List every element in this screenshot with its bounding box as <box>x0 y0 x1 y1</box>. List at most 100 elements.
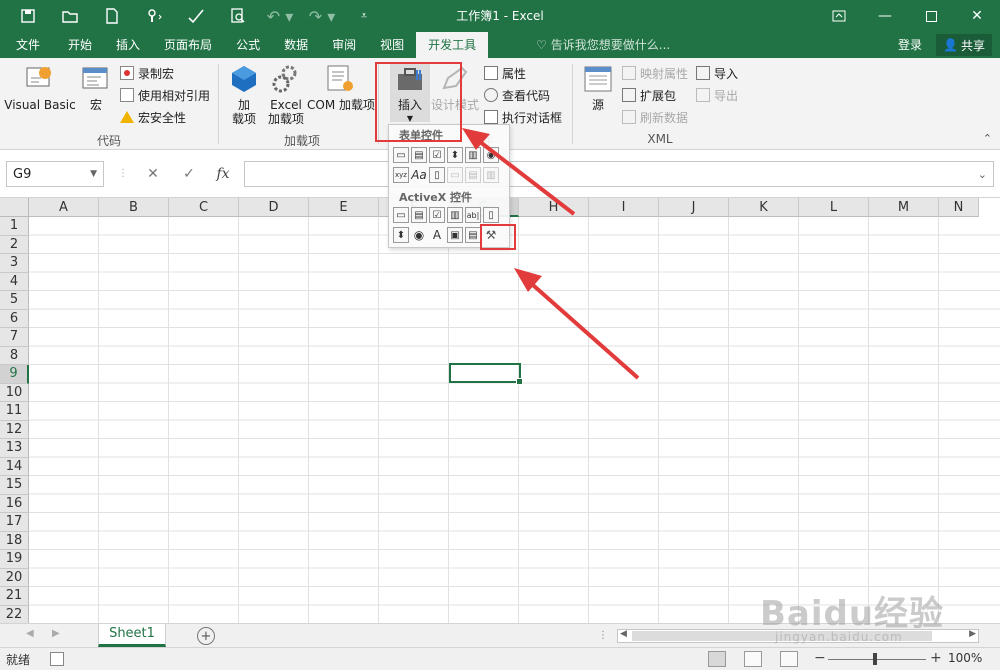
record-macro-button[interactable]: 录制宏 <box>120 63 174 83</box>
row-header[interactable]: 16 <box>0 494 29 513</box>
zoom-in-icon[interactable]: + <box>930 650 942 666</box>
map-properties-button[interactable]: 映射属性 <box>622 63 688 83</box>
column-header[interactable]: K <box>729 198 799 217</box>
group-box-control-icon[interactable]: xyz <box>393 167 409 183</box>
tell-me-box[interactable]: ♡ 告诉我您想要做什么... <box>536 32 670 58</box>
row-header[interactable]: 21 <box>0 587 29 606</box>
row-header[interactable]: 13 <box>0 439 29 458</box>
sheet-tab[interactable]: Sheet1 <box>98 624 166 647</box>
excel-addins-button[interactable]: Excel 加载项 <box>264 64 308 126</box>
relative-reference-button[interactable]: 使用相对引用 <box>120 85 210 105</box>
design-mode-button[interactable]: 设计模式 <box>430 64 480 112</box>
addins-button[interactable]: 加 载项 <box>226 64 262 126</box>
row-header[interactable]: 4 <box>0 272 29 291</box>
row-header[interactable]: 2 <box>0 235 29 254</box>
checkbox-control-icon[interactable]: ☑ <box>429 147 445 163</box>
spin-button-control-icon[interactable]: ⬍ <box>447 147 463 163</box>
folder-icon[interactable] <box>50 4 90 28</box>
activex-image-icon[interactable]: ▣ <box>447 227 463 243</box>
new-file-icon[interactable] <box>92 4 132 28</box>
activex-list-box-icon[interactable]: ▥ <box>447 207 463 223</box>
row-header[interactable]: 12 <box>0 420 29 439</box>
collapse-ribbon-icon[interactable]: ⌃ <box>983 132 992 145</box>
activex-spin-button-icon[interactable]: ⬍ <box>393 227 409 243</box>
customize-icon[interactable]: ⩡ <box>344 4 384 28</box>
formula-input[interactable]: ⌄ <box>244 161 994 187</box>
column-header[interactable]: M <box>869 198 939 217</box>
column-header[interactable]: A <box>29 198 99 217</box>
cell-area[interactable] <box>29 217 1000 623</box>
zoom-slider-handle[interactable] <box>873 653 877 665</box>
activex-toggle-button-icon[interactable]: ▤ <box>465 227 481 243</box>
cancel-icon[interactable]: ✕ <box>138 161 168 187</box>
tab-data[interactable]: 数据 <box>272 32 320 58</box>
row-header[interactable]: 14 <box>0 457 29 476</box>
more-controls-icon[interactable]: ⚒ <box>483 227 499 243</box>
activex-option-button-icon[interactable]: ◉ <box>411 227 427 243</box>
tab-split-handle-icon[interactable]: ⋮ <box>598 630 608 641</box>
active-cell[interactable] <box>449 363 523 385</box>
scroll-sheets-left-icon[interactable]: ◀ <box>26 628 34 639</box>
macro-recording-icon[interactable] <box>50 652 64 666</box>
row-header[interactable]: 5 <box>0 291 29 310</box>
insert-function-icon[interactable]: fx <box>208 161 238 187</box>
expansion-packs-button[interactable]: 扩展包 <box>622 85 676 105</box>
activex-combo-box-icon[interactable]: ▤ <box>411 207 427 223</box>
page-break-view-icon[interactable] <box>780 651 798 667</box>
row-header[interactable]: 22 <box>0 605 29 623</box>
column-header[interactable]: J <box>659 198 729 217</box>
combo-box-control-icon[interactable]: ▤ <box>411 147 427 163</box>
row-header[interactable]: 6 <box>0 309 29 328</box>
activex-text-box-icon[interactable]: ab| <box>465 207 481 223</box>
column-header[interactable]: D <box>239 198 309 217</box>
scroll-left-icon[interactable]: ◀ <box>620 629 627 639</box>
list-box-control-icon[interactable]: ▥ <box>465 147 481 163</box>
scroll-right-icon[interactable]: ▶ <box>969 629 976 639</box>
row-header[interactable]: 15 <box>0 476 29 495</box>
tab-developer[interactable]: 开发工具 <box>416 32 489 58</box>
add-sheet-icon[interactable]: + <box>197 627 215 645</box>
zoom-out-icon[interactable]: − <box>814 650 826 666</box>
activex-scroll-bar-icon[interactable]: ▯ <box>483 207 499 223</box>
insert-controls-button[interactable]: 插入 ▼ <box>390 64 430 123</box>
activex-checkbox-icon[interactable]: ☑ <box>429 207 445 223</box>
activex-label-icon[interactable]: A <box>429 227 445 243</box>
properties-button[interactable]: 属性 <box>484 63 526 83</box>
column-header[interactable]: B <box>99 198 169 217</box>
chevron-down-icon[interactable]: ⌄ <box>978 168 987 181</box>
label-control-icon[interactable]: Aa <box>411 167 427 183</box>
refresh-data-button[interactable]: 刷新数据 <box>622 107 688 127</box>
share-button[interactable]: 👤 共享 <box>936 34 992 56</box>
visual-basic-button[interactable]: Visual Basic <box>4 64 76 112</box>
row-header[interactable]: 10 <box>0 383 29 402</box>
macro-security-button[interactable]: 宏安全性 <box>120 107 186 127</box>
column-header[interactable]: E <box>309 198 379 217</box>
button-control-icon[interactable]: ▭ <box>393 147 409 163</box>
redo-icon[interactable]: ↷ ▾ <box>302 4 342 28</box>
select-all-corner[interactable] <box>0 198 29 217</box>
row-header[interactable]: 20 <box>0 568 29 587</box>
column-header[interactable]: N <box>939 198 979 217</box>
tab-insert[interactable]: 插入 <box>104 32 152 58</box>
com-addins-button[interactable]: COM 加载项 <box>306 64 376 112</box>
row-header[interactable]: 3 <box>0 254 29 273</box>
name-box[interactable]: G9 ▼ <box>6 161 104 187</box>
combo-dropdown-edit-control-icon[interactable]: ▥ <box>483 167 499 183</box>
save-icon[interactable] <box>8 4 48 28</box>
tab-review[interactable]: 审阅 <box>320 32 368 58</box>
export-button[interactable]: 导出 <box>696 85 738 105</box>
row-header[interactable]: 7 <box>0 328 29 347</box>
tab-page-layout[interactable]: 页面布局 <box>152 32 224 58</box>
tab-view[interactable]: 视图 <box>368 32 416 58</box>
column-header[interactable]: C <box>169 198 239 217</box>
tab-home[interactable]: 开始 <box>56 32 104 58</box>
undo-icon[interactable]: ↶ ▾ <box>260 4 300 28</box>
xml-source-button[interactable]: 源 <box>580 64 616 112</box>
column-header[interactable]: I <box>589 198 659 217</box>
tab-formulas[interactable]: 公式 <box>224 32 272 58</box>
row-header[interactable]: 18 <box>0 531 29 550</box>
zoom-slider[interactable] <box>828 659 926 660</box>
print-preview-icon[interactable] <box>218 4 258 28</box>
ribbon-display-icon[interactable] <box>816 0 862 32</box>
combo-list-edit-control-icon[interactable]: ▤ <box>465 167 481 183</box>
